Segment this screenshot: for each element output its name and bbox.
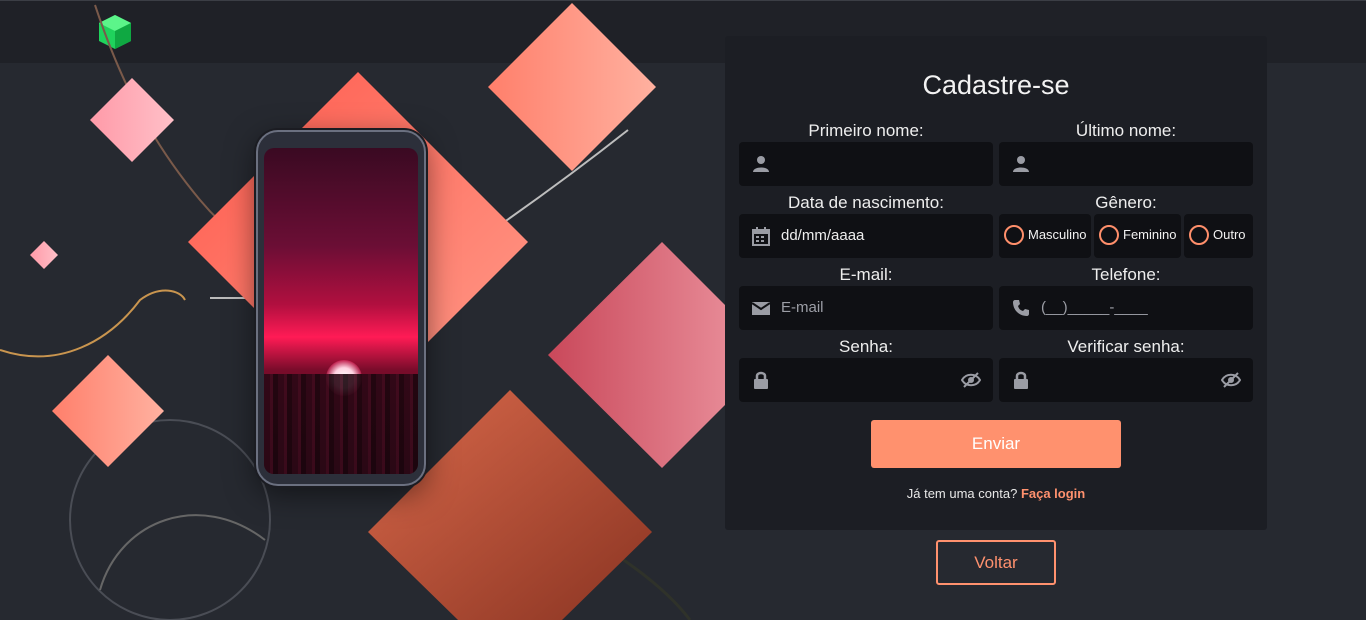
birth-date-field[interactable]: dd/mm/aaaa <box>739 214 993 258</box>
phone-mockup <box>256 130 426 486</box>
calendar-icon <box>752 227 770 246</box>
phone-label: Telefone: <box>1091 265 1161 284</box>
birth-date-value: dd/mm/aaaa <box>781 227 865 244</box>
eye-slash-icon[interactable] <box>1221 370 1241 390</box>
first-name-label: Primeiro nome: <box>808 121 924 140</box>
email-field[interactable]: E-mail <box>739 286 993 330</box>
page-title: Cadastre-se <box>922 70 1070 100</box>
phone-wallpaper <box>264 148 418 474</box>
radio-circle-icon[interactable] <box>1189 225 1209 245</box>
lock-icon <box>754 371 768 389</box>
gender-option-label: Feminino <box>1123 227 1177 242</box>
gender-label: Gênero: <box>1095 193 1157 212</box>
login-link[interactable]: Faça login <box>1021 486 1085 501</box>
phone-icon <box>1013 300 1029 316</box>
last-name-label: Último nome: <box>1075 121 1177 140</box>
first-name-field[interactable] <box>739 142 993 186</box>
gender-option-masculino[interactable]: Masculino <box>999 214 1091 258</box>
gender-option-feminino[interactable]: Feminino <box>1094 214 1181 258</box>
confirm-password-label: Verificar senha: <box>1067 337 1185 356</box>
confirm-password-field[interactable] <box>999 358 1253 402</box>
email-placeholder: E-mail <box>781 299 824 316</box>
email-label: E-mail: <box>839 265 893 284</box>
user-icon <box>1013 156 1029 172</box>
gender-option-outro[interactable]: Outro <box>1184 214 1253 258</box>
phone-placeholder: (__)_____-____ <box>1041 299 1148 316</box>
gender-option-label: Outro <box>1213 227 1246 242</box>
radio-circle-icon[interactable] <box>1099 225 1119 245</box>
radio-circle-icon[interactable] <box>1004 225 1024 245</box>
password-field[interactable] <box>739 358 993 402</box>
eye-slash-icon[interactable] <box>961 370 981 390</box>
gender-option-label: Masculino <box>1028 227 1087 242</box>
back-button[interactable]: Voltar <box>936 540 1056 585</box>
last-name-field[interactable] <box>999 142 1253 186</box>
user-icon <box>753 156 769 172</box>
phone-city <box>264 374 418 474</box>
login-prompt-row: Já tem uma conta? Faça login <box>725 486 1267 501</box>
birth-date-label: Data de nascimento: <box>788 193 944 212</box>
phone-field[interactable]: (__)_____-____ <box>999 286 1253 330</box>
lock-icon <box>1014 371 1028 389</box>
envelope-icon <box>751 302 771 315</box>
submit-button[interactable]: Enviar <box>871 420 1121 468</box>
password-label: Senha: <box>839 337 893 356</box>
login-prompt-text: Já tem uma conta? <box>906 486 1018 501</box>
